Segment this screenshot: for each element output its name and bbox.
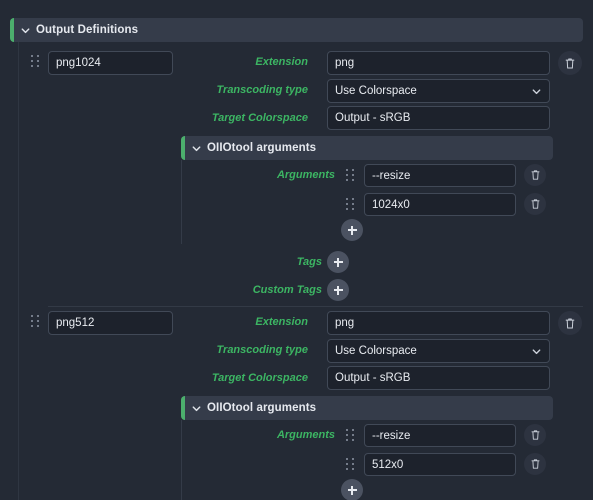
trash-icon [565, 317, 575, 329]
plus-icon [347, 225, 357, 235]
output-name-input[interactable]: png512 [48, 311, 173, 335]
chevron-down-icon[interactable] [531, 86, 542, 97]
extension-input[interactable]: png [327, 311, 550, 335]
label-custom-tags: Custom Tags [252, 284, 322, 296]
chevron-down-icon[interactable] [185, 396, 207, 420]
add-argument-button[interactable] [341, 219, 363, 241]
label-target-colorspace: Target Colorspace [211, 112, 308, 124]
output-separator [48, 306, 583, 307]
argument-input[interactable]: --resize [364, 424, 516, 447]
nested-panel-rail [181, 420, 182, 500]
drag-handle-icon[interactable] [345, 168, 355, 182]
transcoding-type-select[interactable]: Use Colorspace [327, 339, 550, 363]
trash-icon [531, 170, 539, 180]
section-header-oiio-arguments[interactable]: OIIOtool arguments [181, 396, 553, 420]
add-tag-button[interactable] [327, 251, 349, 273]
drag-handle-icon[interactable] [345, 197, 355, 211]
section-title: OIIOtool arguments [207, 402, 317, 414]
label-tags: Tags [296, 256, 322, 268]
label-extension: Extension [255, 56, 308, 68]
add-argument-button[interactable] [341, 479, 363, 500]
argument-input[interactable]: --resize [364, 164, 516, 187]
label-arguments: Arguments [276, 169, 335, 181]
label-target-colorspace: Target Colorspace [211, 372, 308, 384]
nested-panel-rail [181, 160, 182, 244]
trash-icon [531, 459, 539, 469]
trash-icon [531, 199, 539, 209]
plus-icon [333, 257, 343, 267]
drag-handle-icon[interactable] [345, 457, 355, 471]
transcoding-type-value: Use Colorspace [335, 345, 417, 357]
chevron-down-icon[interactable] [531, 346, 542, 357]
delete-output-button[interactable] [558, 311, 582, 335]
chevron-down-icon[interactable] [14, 18, 36, 42]
left-gutter-divider [18, 42, 19, 500]
target-colorspace-input[interactable]: Output - sRGB [327, 366, 550, 390]
section-title: OIIOtool arguments [207, 142, 317, 154]
label-arguments: Arguments [276, 429, 335, 441]
label-transcoding-type: Transcoding type [216, 344, 308, 356]
delete-argument-button[interactable] [524, 424, 546, 446]
delete-argument-button[interactable] [524, 193, 546, 215]
transcoding-type-select[interactable]: Use Colorspace [327, 79, 550, 103]
output-name-input[interactable]: png1024 [48, 51, 173, 75]
trash-icon [531, 430, 539, 440]
argument-input[interactable]: 512x0 [364, 453, 516, 476]
trash-icon [565, 57, 575, 69]
target-colorspace-input[interactable]: Output - sRGB [327, 106, 550, 130]
label-extension: Extension [255, 316, 308, 328]
section-title: Output Definitions [36, 24, 139, 36]
plus-icon [333, 285, 343, 295]
drag-handle-icon[interactable] [345, 428, 355, 442]
delete-argument-button[interactable] [524, 453, 546, 475]
drag-handle-icon[interactable] [30, 54, 40, 68]
transcoding-type-value: Use Colorspace [335, 85, 417, 97]
section-header-output-definitions[interactable]: Output Definitions [10, 18, 583, 42]
drag-handle-icon[interactable] [30, 314, 40, 328]
section-header-oiio-arguments[interactable]: OIIOtool arguments [181, 136, 553, 160]
extension-input[interactable]: png [327, 51, 550, 75]
output-definitions-panel: Output Definitions png1024 Extension png… [0, 0, 593, 500]
label-transcoding-type: Transcoding type [216, 84, 308, 96]
add-custom-tag-button[interactable] [327, 279, 349, 301]
chevron-down-icon[interactable] [185, 136, 207, 160]
delete-argument-button[interactable] [524, 164, 546, 186]
argument-input[interactable]: 1024x0 [364, 193, 516, 216]
plus-icon [347, 485, 357, 495]
delete-output-button[interactable] [558, 51, 582, 75]
